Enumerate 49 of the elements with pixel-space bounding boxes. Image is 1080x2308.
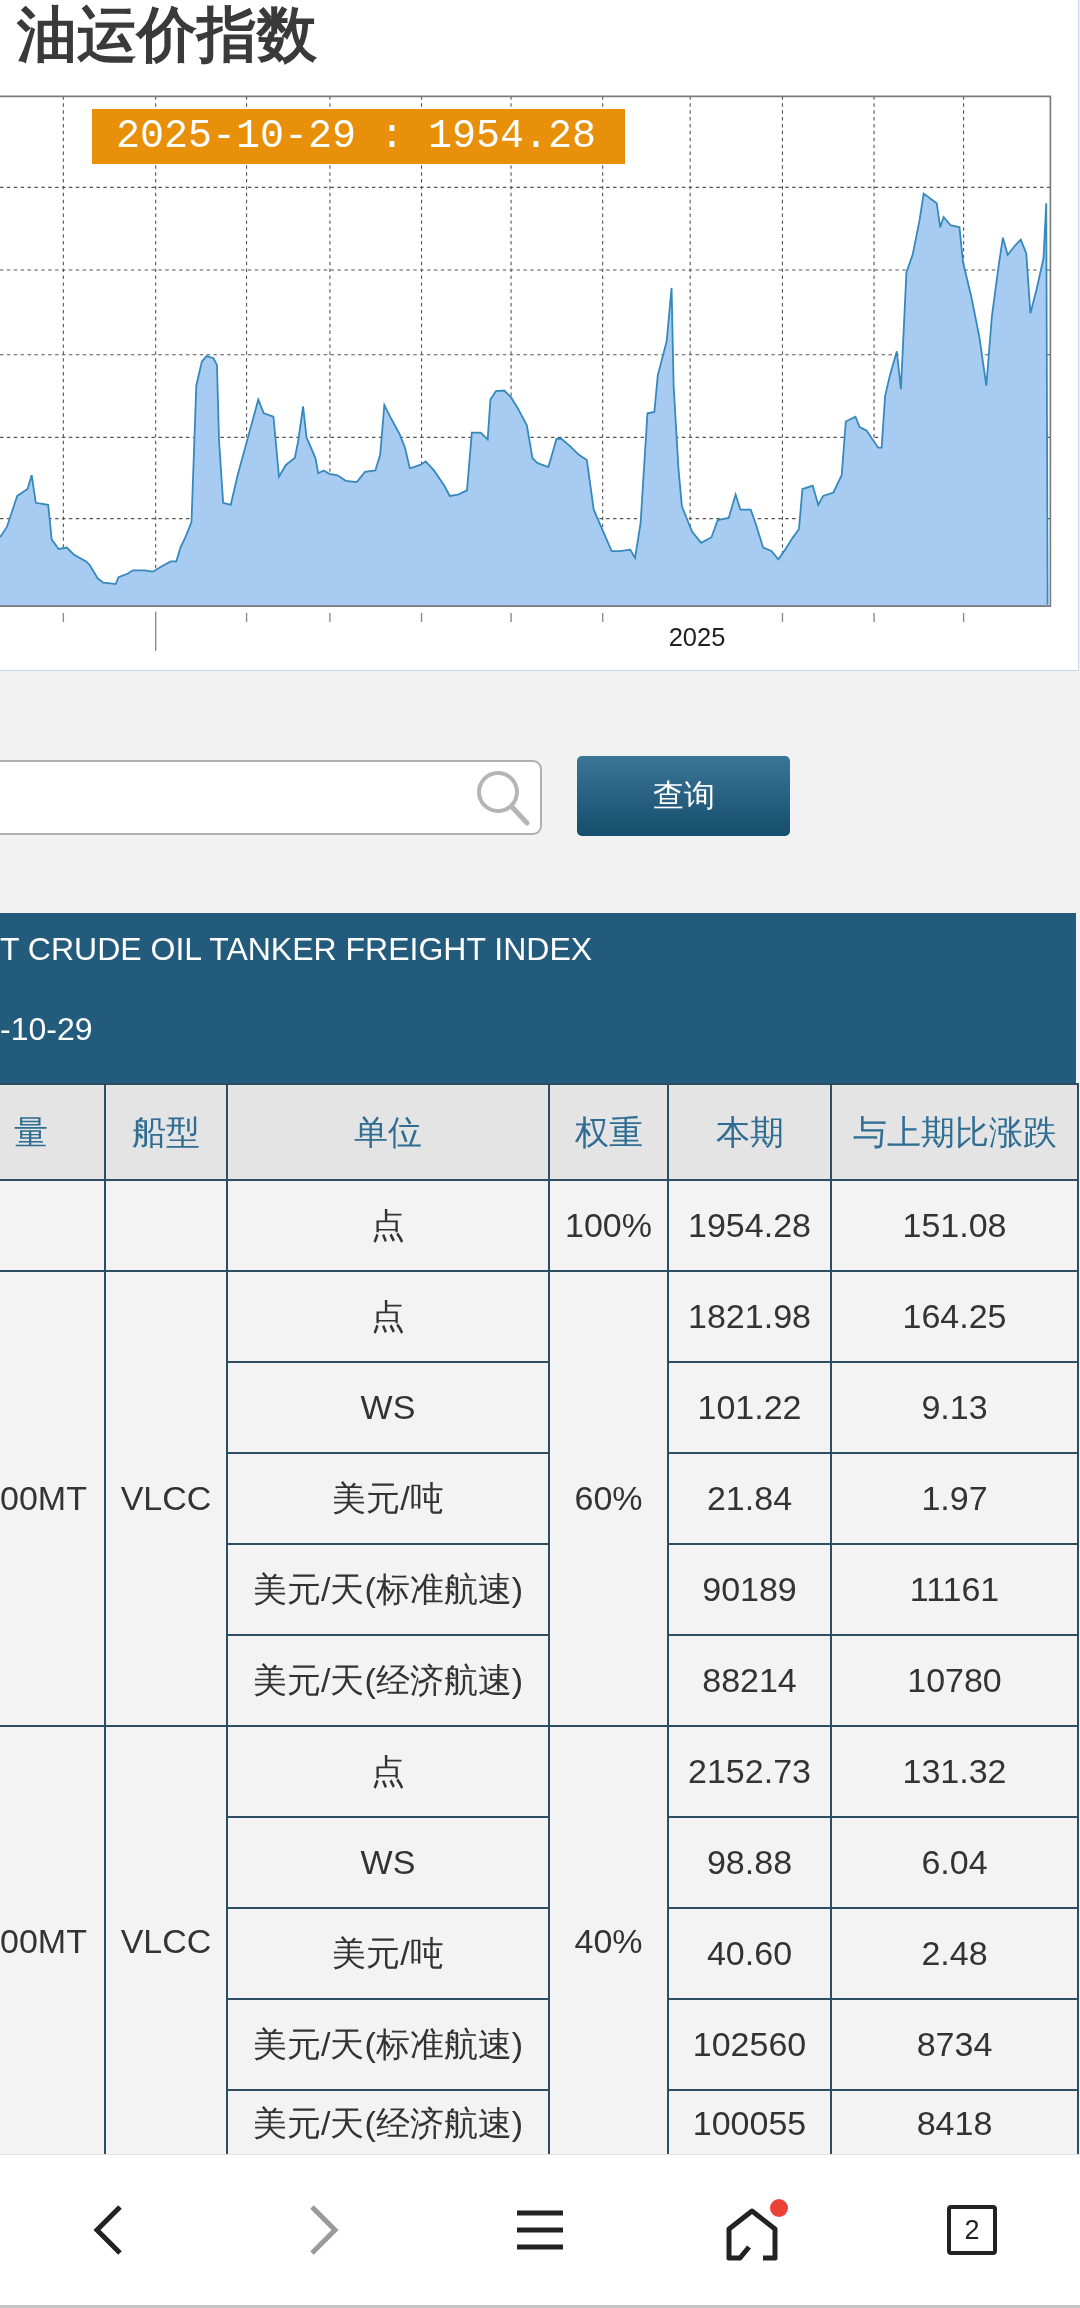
chevron-right-icon [308, 2204, 340, 2256]
table-cell: 98.88 [668, 1817, 831, 1908]
column-header: 本期 [668, 1084, 831, 1180]
table-cell: 11161 [831, 1544, 1078, 1635]
table-cell: 2152.73 [668, 1726, 831, 1817]
column-header: 量 [0, 1084, 105, 1180]
house-icon [724, 2207, 779, 2261]
table-cell: 21.84 [668, 1453, 831, 1544]
page-title: 油运价指数 [17, 2, 317, 68]
tabs-button[interactable]: 2 [947, 2205, 997, 2255]
table-cell: 2.48 [831, 1908, 1078, 1999]
table-cell: 9.13 [831, 1362, 1078, 1453]
table-cell: 点 [227, 1271, 549, 1362]
table-cell: 8734 [831, 1999, 1078, 2090]
column-header: 权重 [549, 1084, 668, 1180]
table-cell: 60% [549, 1271, 668, 1726]
table-cell: 1821.98 [668, 1271, 831, 1362]
column-header: 与上期比涨跌 [831, 1084, 1078, 1180]
table-cell: 40.60 [668, 1908, 831, 1999]
table-cell: 90189 [668, 1544, 831, 1635]
menu-icon [516, 2209, 564, 2251]
table-cell: 88214 [668, 1635, 831, 1726]
table-cell: 6.04 [831, 1817, 1078, 1908]
table-cell: 164.25 [831, 1271, 1078, 1362]
chevron-left-icon [92, 2204, 124, 2256]
chart-tooltip: 2025-10-29 : 1954.28 [92, 109, 625, 164]
table-cell: 100% [549, 1180, 668, 1271]
table-cell: 10780 [831, 1635, 1078, 1726]
table-cell: VLCC [105, 1271, 227, 1726]
back-button[interactable] [92, 2204, 124, 2256]
home-button[interactable] [724, 2199, 788, 2261]
search-icon [476, 769, 530, 826]
table-cell: 1.97 [831, 1453, 1078, 1544]
column-header: 船型 [105, 1084, 227, 1180]
table-cell: 00MT [0, 1271, 105, 1726]
axis-label: 2025 [668, 623, 726, 652]
table-cell: 点 [227, 1180, 549, 1271]
column-header: 单位 [227, 1084, 549, 1180]
banner-title: T CRUDE OIL TANKER FREIGHT INDEX [0, 930, 593, 969]
table-cell: 1954.28 [668, 1180, 831, 1271]
menu-button[interactable] [516, 2209, 564, 2251]
table-cell: 点 [227, 1726, 549, 1817]
table-cell: 131.32 [831, 1726, 1078, 1817]
query-button[interactable]: 查询 [577, 756, 790, 836]
table-cell: 151.08 [831, 1180, 1078, 1271]
table-cell: 102560 [668, 1999, 831, 2090]
banner-date: -10-29 [0, 1010, 93, 1049]
table-cell: 101.22 [668, 1362, 831, 1453]
search-field[interactable] [0, 760, 542, 835]
